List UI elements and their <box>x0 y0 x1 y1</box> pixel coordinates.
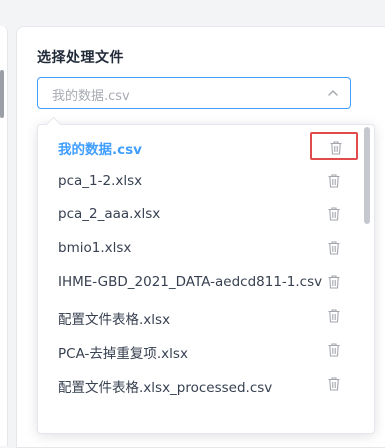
delete-button[interactable] <box>310 370 358 398</box>
dropdown-item[interactable]: 配置文件表格.xlsx <box>38 300 360 334</box>
file-select-value: 我的数据.csv <box>52 89 130 104</box>
section-title: 选择处理文件 <box>37 50 124 66</box>
trash-icon <box>328 377 340 391</box>
delete-button[interactable] <box>310 268 358 296</box>
trash-icon <box>328 309 340 323</box>
trash-icon <box>330 141 342 155</box>
trash-icon <box>328 207 340 221</box>
dropdown-item[interactable]: PCA-去掉重复项.xlsx <box>38 334 360 368</box>
dropdown-item-label: IHME-GBD_2021_DATA-aedcd811-1.csv <box>58 274 323 290</box>
dropdown-item[interactable]: pca_2_aaa.xlsx <box>38 198 360 232</box>
dropdown-item-label: PCA-去掉重复项.xlsx <box>58 346 188 362</box>
delete-button[interactable] <box>310 167 358 195</box>
dropdown-item-label: pca_2_aaa.xlsx <box>58 206 161 222</box>
dropdown-item[interactable]: IHME-GBD_2021_DATA-aedcd811-1.csv <box>38 266 360 300</box>
delete-button[interactable] <box>310 336 358 364</box>
dropdown-item-label: 配置文件表格.xlsx <box>58 312 171 328</box>
dropdown-item-label: 我的数据.csv <box>58 142 142 158</box>
dropdown-item-label: bmio1.xlsx <box>58 240 132 256</box>
delete-button[interactable] <box>310 302 358 330</box>
dropdown-scrollbar[interactable] <box>364 127 370 224</box>
trash-icon <box>328 174 340 188</box>
left-panel-scrollbar[interactable] <box>0 70 4 118</box>
delete-button[interactable] <box>310 234 358 262</box>
dropdown-item[interactable]: 配置文件表格.xlsx_processed.csv <box>38 368 360 402</box>
file-select[interactable]: 我的数据.csv <box>37 77 351 109</box>
dropdown-item-label: pca_1-2.xlsx <box>58 173 143 189</box>
trash-icon <box>328 343 340 357</box>
trash-icon <box>328 241 340 255</box>
dropdown-item[interactable]: bmio1.xlsx <box>38 232 360 266</box>
delete-button[interactable] <box>310 132 358 160</box>
dropdown-item[interactable]: 我的数据.csv <box>38 130 360 164</box>
dropdown-item-label: 配置文件表格.xlsx_processed.csv <box>58 380 273 396</box>
dropdown-item[interactable]: pca_1-2.xlsx <box>38 165 360 199</box>
file-dropdown: 我的数据.csv pca_1-2.xlsx pca_2_aaa.xlsx bmi… <box>37 124 375 434</box>
chevron-down-icon[interactable] <box>328 89 338 97</box>
delete-button[interactable] <box>310 200 358 228</box>
trash-icon <box>328 275 340 289</box>
